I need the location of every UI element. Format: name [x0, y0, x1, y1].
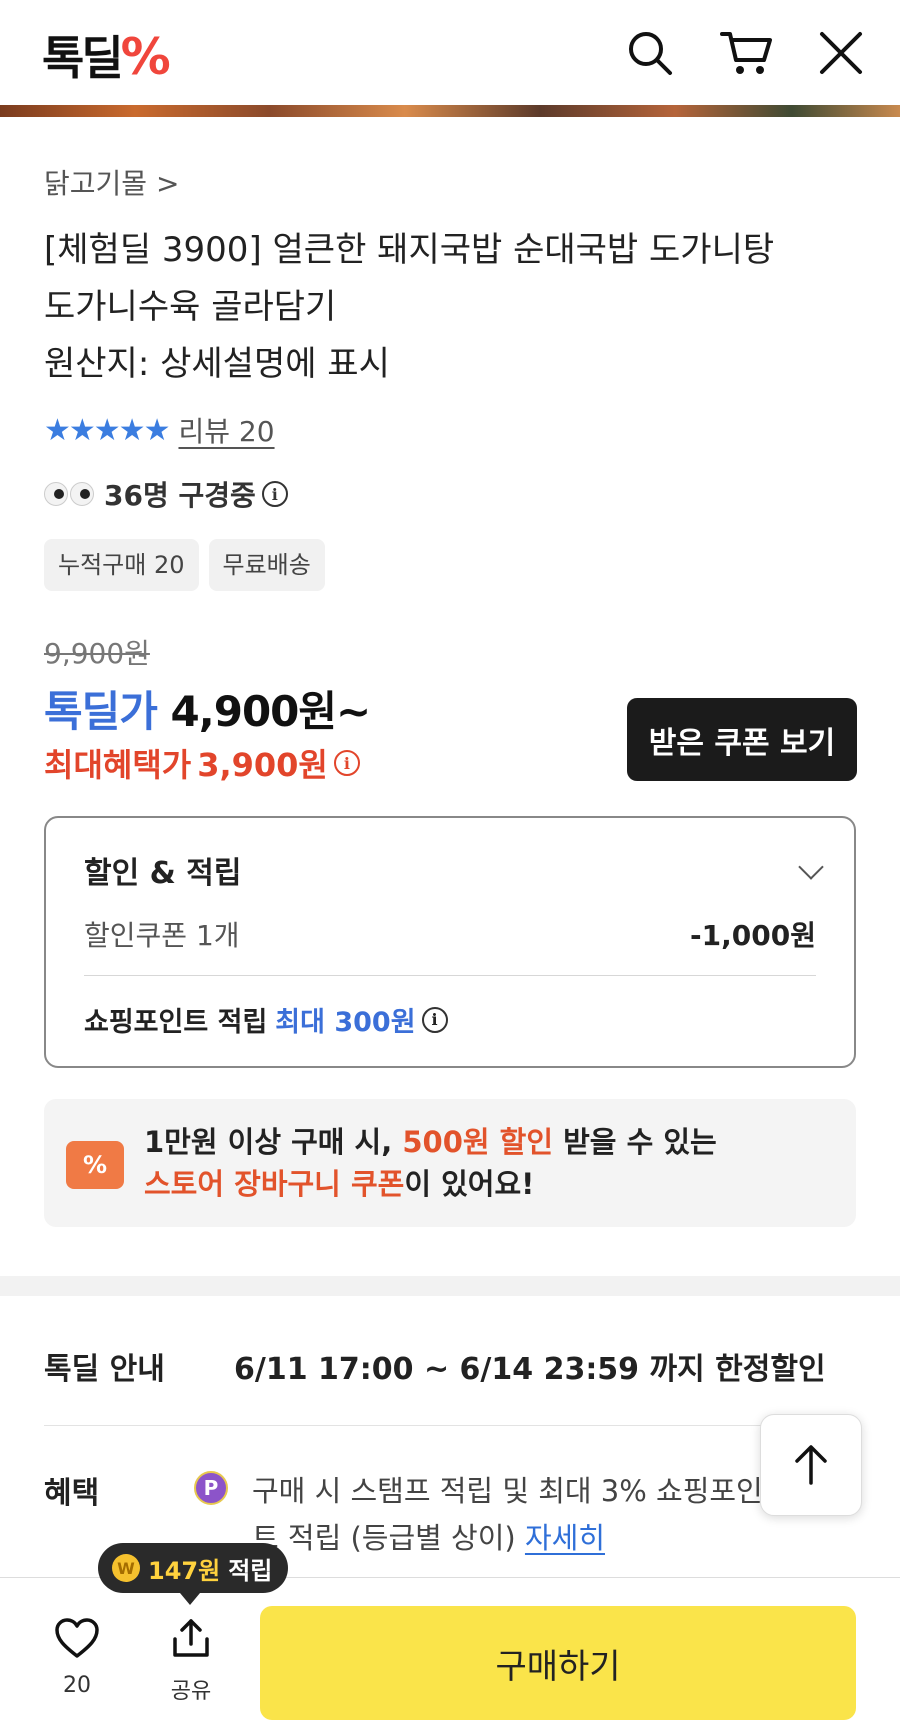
store-coupon-banner[interactable]: % 1만원 이상 구매 시, 500원 할인 받을 수 있는 스토어 장바구니 …: [44, 1099, 856, 1227]
chevron-down-icon[interactable]: [798, 854, 824, 880]
share-label: 공유: [170, 1679, 212, 1704]
benefit-text: 구매 시 스탬프 적립 및 최대 3% 쇼핑포인트 적립 (등급별 상이) 자세…: [252, 1474, 763, 1555]
info-icon[interactable]: i: [421, 1006, 448, 1033]
share-icon: [173, 1619, 209, 1657]
reward-amount: 147원: [148, 1556, 221, 1585]
point-label: 쇼핑포인트 적립: [84, 1007, 268, 1038]
deal-price-label: 톡딜가: [44, 687, 158, 736]
view-coupons-button[interactable]: 받은 쿠폰 보기: [627, 698, 857, 781]
best-price: 3,900원: [197, 746, 328, 784]
heart-icon: [55, 1618, 99, 1658]
coin-icon: W: [112, 1554, 140, 1582]
tag-free-shipping: 무료배송: [208, 539, 325, 591]
title-line-1: [체험딜 3900] 얼큰한 돼지국밥 순대국밥 도가니탕: [44, 230, 775, 270]
search-icon[interactable]: [625, 28, 675, 78]
coupon-icon: %: [66, 1141, 124, 1189]
deal-info-value: 6/11 17:00 ~ 6/14 23:59 까지 한정할인: [234, 1352, 826, 1387]
divider: [84, 975, 816, 976]
promo-text: 1만원 이상 구매 시, 500원 할인 받을 수 있는 스토어 장바구니 쿠폰…: [144, 1125, 717, 1201]
arrow-up-icon: [795, 1445, 827, 1485]
point-row: 쇼핑포인트 적립 최대 300원 i: [84, 1000, 448, 1039]
close-icon[interactable]: [816, 28, 866, 78]
cart-icon[interactable]: [720, 28, 772, 78]
tag-list: 누적구매 20 무료배송: [44, 539, 856, 591]
section-divider: [0, 1276, 900, 1296]
deal-price: 4,900원~: [170, 687, 372, 736]
coupon-value: -1,000원: [690, 919, 816, 952]
review-link[interactable]: 리뷰 20: [178, 410, 274, 450]
info-icon[interactable]: i: [261, 481, 288, 507]
divider: [44, 1425, 856, 1426]
like-count: 20: [63, 1673, 91, 1698]
product-title: [체험딜 3900] 얼큰한 돼지국밥 순대국밥 도가니탕 도가니수육 골라담기…: [44, 222, 864, 393]
original-price: 9,900원: [44, 637, 150, 670]
viewer-count: 36명 구경중: [104, 479, 256, 512]
point-badge-icon: P: [194, 1471, 228, 1505]
coupon-label: 할인쿠폰 1개: [84, 919, 240, 952]
coupon-row: 할인쿠폰 1개 -1,000원: [84, 914, 816, 954]
reward-tooltip: W 147원 적립: [98, 1543, 289, 1605]
like-button[interactable]: 20: [32, 1617, 122, 1698]
reward-label: 적립: [228, 1556, 273, 1585]
deal-info-label: 톡딜 안내: [44, 1352, 165, 1387]
tag-cumulative-purchase: 누적구매 20: [44, 539, 199, 591]
title-line-3: 원산지: 상세설명에 표시: [44, 344, 390, 384]
product-image-edge: [0, 105, 900, 117]
discount-panel: 할인 & 적립 할인쿠폰 1개 -1,000원 쇼핑포인트 적립 최대 300원…: [44, 816, 856, 1068]
best-price-label: 최대혜택가: [44, 746, 192, 784]
rating-row: ★★★★★ 리뷰 20: [44, 410, 856, 450]
star-rating: ★★★★★: [44, 412, 170, 448]
app-header: 톡딜%: [0, 0, 900, 105]
info-icon[interactable]: i: [333, 750, 360, 776]
discount-title: 할인 & 적립: [84, 856, 242, 891]
store-breadcrumb[interactable]: 닭고기몰 >: [44, 162, 856, 202]
point-value: 최대 300원: [275, 1007, 416, 1038]
buy-button[interactable]: 구매하기: [260, 1606, 856, 1720]
benefit-detail-link[interactable]: 자세히: [525, 1521, 605, 1555]
deal-info-row: 톡딜 안내 6/11 17:00 ~ 6/14 23:59 까지 한정할인: [44, 1344, 826, 1388]
scroll-top-button[interactable]: [760, 1414, 862, 1516]
eyes-icon: [44, 482, 94, 506]
share-button[interactable]: 공유: [146, 1617, 236, 1705]
logo[interactable]: 톡딜%: [42, 22, 171, 88]
benefit-label: 혜택: [44, 1476, 100, 1511]
viewers-row: 36명 구경중 i: [44, 474, 856, 514]
title-line-2: 도가니수육 골라담기: [44, 287, 337, 327]
